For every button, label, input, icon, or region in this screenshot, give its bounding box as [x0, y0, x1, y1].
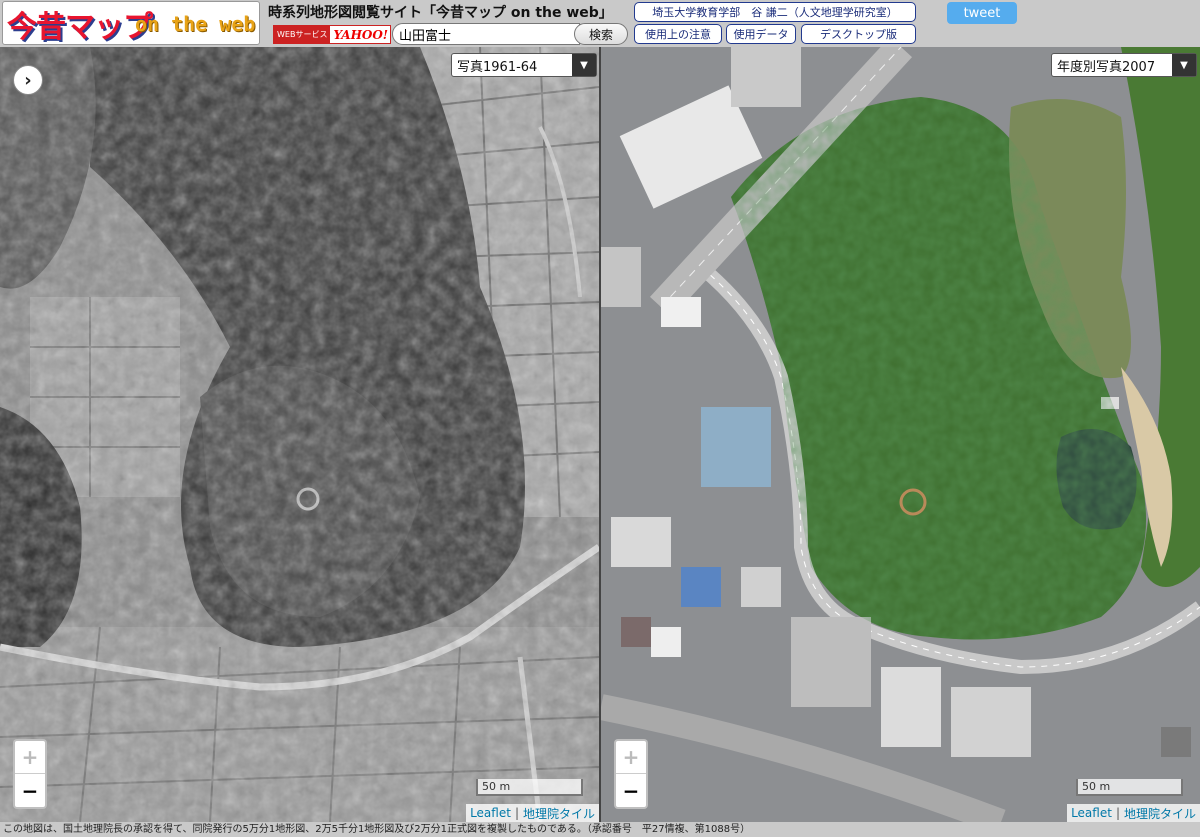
aerial-photo-1961-tiles[interactable]	[0, 47, 599, 822]
tweet-button[interactable]: tweet	[947, 2, 1017, 24]
dropdown-arrow-icon: ▼	[1172, 54, 1196, 76]
left-attribution: Leaflet | 地理院タイル	[466, 804, 599, 822]
affiliation-link[interactable]: 埼玉大学教育学部 谷 謙二（人文地理学研究室）	[634, 2, 916, 22]
gsi-tiles-link[interactable]: 地理院タイル	[1124, 805, 1196, 822]
site-title: 時系列地形図閲覧サイト「今昔マップ on the web」	[268, 5, 613, 21]
chevron-right-icon: ›	[24, 69, 32, 91]
left-layer-select[interactable]: 写真1961-64 ▼	[451, 53, 597, 77]
right-scale-bar: 50 m	[1076, 779, 1183, 796]
logo-japanese-text: 今昔マップ	[7, 10, 153, 45]
copyright-notice: この地図は、国土地理院長の承認を得て、同院発行の5万分1地形図、2万5千分1地形…	[0, 822, 1200, 837]
right-zoom-out-button[interactable]: −	[616, 774, 646, 807]
place-search-input[interactable]	[392, 23, 580, 45]
right-attribution: Leaflet | 地理院タイル	[1067, 804, 1200, 822]
usage-data-button[interactable]: 使用データ	[726, 24, 796, 44]
gsi-tiles-link[interactable]: 地理院タイル	[523, 805, 595, 822]
left-zoom-in-button[interactable]: +	[15, 741, 45, 774]
yahoo-badge-service-label: WEBサービス	[274, 26, 331, 43]
logo-english-text: on the web	[135, 12, 256, 36]
yahoo-logo: YAHOO!	[333, 27, 389, 42]
left-layer-value: 写真1961-64	[457, 59, 538, 75]
leaflet-link[interactable]: Leaflet	[470, 806, 511, 820]
site-logo[interactable]: 今昔マップ on the web	[2, 1, 260, 45]
yahoo-webservice-badge[interactable]: WEBサービス YAHOO!	[273, 25, 391, 44]
right-layer-value: 年度別写真2007	[1057, 59, 1156, 75]
header-bar: 今昔マップ on the web 時系列地形図閲覧サイト「今昔マップ on th…	[0, 0, 1200, 47]
desktop-version-button[interactable]: デスクトップ版	[801, 24, 916, 44]
right-zoom-control: + −	[614, 739, 648, 809]
right-map-panel[interactable]: 年度別写真2007 ▼ + − 50 m Leaflet | 地理院タイル	[601, 47, 1200, 822]
right-zoom-in-button[interactable]: +	[616, 741, 646, 774]
left-zoom-out-button[interactable]: −	[15, 774, 45, 807]
expand-chevron-button[interactable]: ›	[13, 65, 43, 95]
left-map-panel[interactable]: 写真1961-64 ▼ › + − 50 m Leaflet | 地理院タイル	[0, 47, 599, 822]
left-zoom-control: + −	[13, 739, 47, 809]
dropdown-arrow-icon: ▼	[572, 54, 596, 76]
usage-notes-button[interactable]: 使用上の注意	[634, 24, 722, 44]
leaflet-link[interactable]: Leaflet	[1071, 806, 1112, 820]
search-button[interactable]: 検索	[574, 23, 628, 45]
right-layer-select[interactable]: 年度別写真2007 ▼	[1051, 53, 1197, 77]
left-scale-bar: 50 m	[476, 779, 583, 796]
aerial-photo-2007-tiles[interactable]	[601, 47, 1200, 822]
